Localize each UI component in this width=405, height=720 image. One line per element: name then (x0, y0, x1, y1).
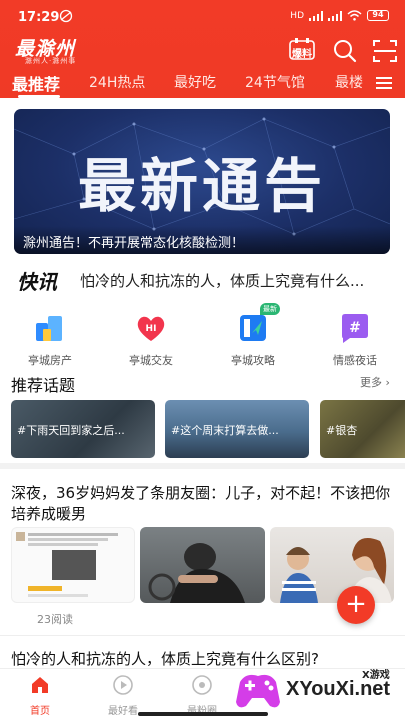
scan-icon[interactable] (372, 38, 398, 64)
house-icon (36, 316, 62, 341)
more-label: 更多 (360, 376, 382, 389)
status-time: 17:29 (18, 10, 60, 25)
banner-title: 最新通告 (77, 152, 326, 220)
home-indicator (138, 712, 268, 716)
mother-child-photo-image (280, 538, 392, 603)
topic-card[interactable]: #下雨天回到家之后... (11, 400, 155, 458)
app-header: 17:29 HD 94 最滁州 滁州人·滁州事 爆料 最推荐 24H热点 最好吃 (0, 0, 405, 98)
tab-recommend[interactable]: 最推荐 (12, 71, 60, 95)
report-label: 爆料 (292, 49, 312, 60)
flash-news-headline[interactable]: 怕冷的人和抗冻的人，体质上究竟有什么... (80, 270, 392, 291)
grid-item-night-talk[interactable]: # 情感夜话 (315, 311, 395, 368)
new-badge: 最新 (260, 303, 280, 315)
article-thumbnail[interactable] (270, 527, 394, 603)
topic-card[interactable]: #银杏 (320, 400, 405, 458)
signal-icon (309, 10, 323, 21)
svg-text:HI: HI (146, 324, 157, 334)
section-divider (0, 463, 405, 469)
guide-icon (240, 315, 266, 341)
topic-label: #这个周末打算去做... (171, 424, 279, 437)
tab-solar-terms[interactable]: 24节气馆 (245, 72, 305, 92)
gamepad-logo-icon (236, 674, 280, 708)
heart-chat-icon: HI (137, 316, 165, 341)
article-title[interactable]: 深夜，36岁妈妈发了条朋友圈：儿子，对不起！不该把你培养成暖男 (11, 483, 395, 525)
active-tab-indicator (18, 95, 60, 98)
tab-food[interactable]: 最好吃 (174, 72, 216, 92)
topic-label: #下雨天回到家之后... (17, 424, 125, 437)
nav-fan-circle[interactable]: 最粉圈 (172, 673, 232, 717)
recommended-topics-title: 推荐话题 (11, 376, 76, 395)
grid-item-dating[interactable]: HI 亭城交友 (111, 311, 191, 368)
create-post-button[interactable]: + (337, 586, 375, 624)
app-logo-subtitle: 滁州人·滁州事 (25, 57, 77, 65)
grid-item-guide[interactable]: 最新 亭城攻略 (213, 303, 293, 368)
chevron-right-icon: › (382, 376, 390, 389)
grid-label: 亭城攻略 (231, 354, 275, 367)
nav-home[interactable]: 首页 (10, 673, 70, 717)
grid-label: 亭城房产 (28, 354, 72, 367)
category-tabs: 最推荐 24H热点 最好吃 24节气馆 最楼 (0, 70, 405, 98)
banner-caption-bar: 滁州通告！不再开展常态化核酸检测！ (14, 226, 390, 254)
do-not-disturb-icon (59, 9, 73, 23)
network-label: HD (290, 10, 304, 21)
circle-icon (192, 675, 212, 695)
hashtag-bubble-icon: # (342, 314, 368, 343)
nav-videos[interactable]: 最好看 (93, 673, 153, 717)
topic-label: #银杏 (326, 424, 358, 437)
wifi-icon (347, 10, 362, 21)
signal-2-icon (328, 10, 342, 21)
watermark-text: XYouXi.net (286, 678, 391, 700)
grid-label: 亭城交友 (129, 354, 173, 367)
status-indicators: HD 94 (290, 10, 389, 21)
search-icon[interactable] (332, 38, 358, 64)
home-icon (32, 677, 48, 693)
tab-property[interactable]: 最楼 (335, 72, 363, 92)
grid-label: 情感夜话 (333, 354, 377, 367)
more-topics-link[interactable]: 更多 › (360, 374, 390, 390)
hero-banner[interactable]: 最新通告 滁州通告！不再开展常态化核酸检测！ (14, 109, 390, 254)
report-news-button[interactable]: 爆料 (289, 38, 315, 62)
flash-news-logo: 快讯 (17, 270, 57, 294)
chat-screenshot-image (16, 532, 118, 597)
topic-card[interactable]: #这个周末打算去做... (165, 400, 309, 458)
svg-text:#: # (349, 320, 361, 336)
status-bar: 17:29 HD 94 (0, 0, 405, 34)
play-icon (113, 675, 133, 695)
tab-24h-hot[interactable]: 24H热点 (89, 72, 145, 92)
boy-photo-image (148, 543, 245, 603)
battery-indicator: 94 (367, 10, 389, 21)
read-count: 23阅读 (37, 613, 73, 626)
article-thumbnail[interactable] (140, 527, 265, 603)
article-separator (0, 635, 405, 636)
grid-item-house[interactable]: 亭城房产 (10, 311, 90, 368)
banner-caption: 滁州通告！不再开展常态化核酸检测！ (23, 236, 245, 251)
nav-label: 首页 (30, 706, 50, 717)
menu-icon[interactable] (376, 76, 392, 90)
article-thumbnail[interactable] (11, 527, 135, 603)
